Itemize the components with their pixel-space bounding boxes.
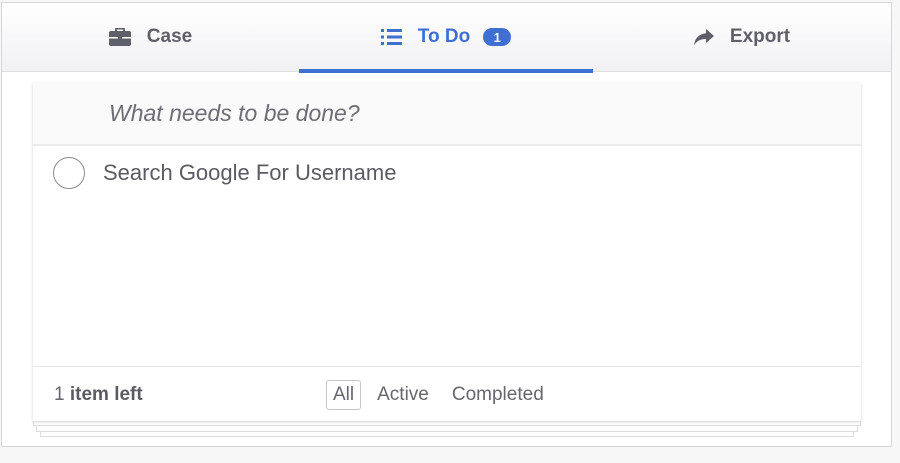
new-todo-header [33,83,861,146]
todo-card: Search Google For Username 1 item left A… [33,83,861,421]
tab-bar: Case To Do 1 Export [2,3,891,73]
tab-todo[interactable]: To Do 1 [299,3,593,73]
tab-case[interactable]: Case [2,3,299,71]
items-left-suffix: item left [69,384,143,405]
filter-all[interactable]: All [326,380,362,410]
tab-case-label: Case [146,26,193,47]
filter-active[interactable]: Active [370,380,436,410]
briefcase-icon [108,28,131,46]
filter-completed[interactable]: Completed [445,380,551,410]
app-frame: Case To Do 1 Export What needs to be don… [1,2,892,447]
todo-footer: 1 item left All Active Completed [33,366,861,422]
new-todo-input[interactable] [33,83,861,144]
tab-export-label: Export [729,26,791,47]
todo-count-badge: 1 [483,28,512,46]
items-left-number: 1 [54,384,65,405]
todo-toggle-checkbox[interactable] [53,157,85,189]
todo-item-label[interactable]: Search Google For Username [103,160,396,186]
tab-export[interactable]: Export [593,3,891,71]
list-item: Search Google For Username [33,145,861,201]
filter-bar: All Active Completed [326,380,560,410]
items-left-count: 1 item left [54,384,143,406]
todo-app: Search Google For Username 1 item left A… [33,83,861,437]
list-icon [380,28,402,46]
tab-todo-label: To Do [417,26,471,47]
share-arrow-icon [693,28,714,46]
stack-sheet [36,426,858,432]
